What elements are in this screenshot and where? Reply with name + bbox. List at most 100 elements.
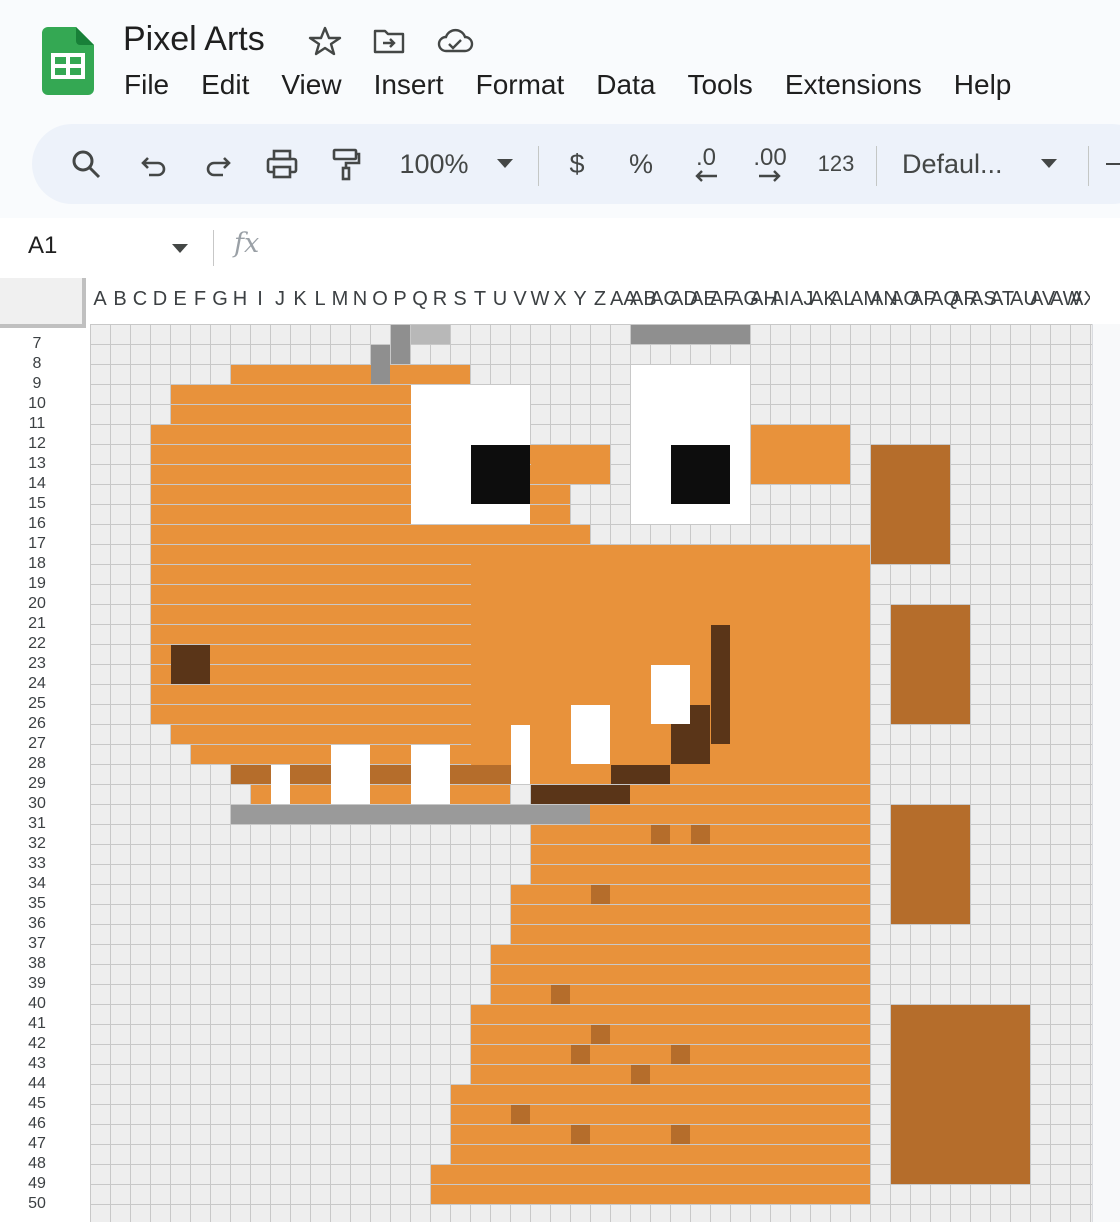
column-header[interactable]: AS: [970, 288, 997, 311]
column-header[interactable]: AA: [610, 288, 637, 311]
column-header[interactable]: F: [190, 288, 210, 311]
row-header[interactable]: 30: [0, 794, 74, 814]
row-header[interactable]: 35: [0, 894, 74, 914]
column-header[interactable]: N: [350, 288, 370, 311]
row-header[interactable]: 28: [0, 754, 74, 774]
row-header[interactable]: 50: [0, 1194, 74, 1214]
row-header[interactable]: 9: [0, 374, 74, 394]
zoom-dropdown[interactable]: [490, 139, 520, 189]
row-header[interactable]: 19: [0, 574, 74, 594]
column-header[interactable]: AU: [1010, 288, 1038, 311]
row-header[interactable]: 14: [0, 474, 74, 494]
row-header[interactable]: 46: [0, 1114, 74, 1134]
menu-file[interactable]: File: [108, 66, 185, 106]
column-header[interactable]: U: [490, 288, 510, 311]
column-header[interactable]: Y: [570, 288, 590, 311]
column-header[interactable]: AV: [1030, 288, 1055, 311]
row-header[interactable]: 15: [0, 494, 74, 514]
font-dropdown[interactable]: [1034, 139, 1064, 189]
column-header[interactable]: E: [170, 288, 190, 311]
column-header[interactable]: J: [270, 288, 290, 311]
menu-help[interactable]: Help: [938, 66, 1028, 106]
column-header[interactable]: AW: [1050, 288, 1081, 311]
column-header[interactable]: AD: [670, 288, 698, 311]
row-header[interactable]: 32: [0, 834, 74, 854]
menu-insert[interactable]: Insert: [358, 66, 460, 106]
row-header[interactable]: 21: [0, 614, 74, 634]
row-header[interactable]: 44: [0, 1074, 74, 1094]
star-icon[interactable]: [308, 26, 342, 56]
row-header[interactable]: 20: [0, 594, 74, 614]
column-header[interactable]: I: [250, 288, 270, 311]
more-formats-button[interactable]: 123: [810, 139, 862, 189]
column-header[interactable]: AP: [910, 288, 937, 311]
column-header[interactable]: A: [90, 288, 110, 311]
column-header[interactable]: C: [130, 288, 150, 311]
row-header[interactable]: 10: [0, 394, 74, 414]
font-size-decrease-button[interactable]: [1102, 139, 1120, 189]
row-header[interactable]: 26: [0, 714, 74, 734]
column-header[interactable]: T: [470, 288, 490, 311]
row-header[interactable]: 23: [0, 654, 74, 674]
column-header[interactable]: Z: [590, 288, 610, 311]
row-header[interactable]: 39: [0, 974, 74, 994]
row-header[interactable]: 11: [0, 414, 74, 434]
column-header[interactable]: AL: [830, 288, 854, 311]
paint-format-button[interactable]: [326, 139, 366, 189]
column-header[interactable]: Q: [410, 288, 430, 311]
column-header[interactable]: AC: [650, 288, 678, 311]
column-header[interactable]: AX: [1070, 288, 1090, 311]
menu-tools[interactable]: Tools: [671, 66, 768, 106]
row-header[interactable]: 40: [0, 994, 74, 1014]
redo-button[interactable]: [198, 139, 238, 189]
move-to-folder-icon[interactable]: [372, 26, 406, 56]
column-header[interactable]: AR: [950, 288, 978, 311]
column-header[interactable]: B: [110, 288, 130, 311]
increase-decimal-button[interactable]: .00: [748, 139, 792, 189]
column-header[interactable]: AB: [630, 288, 657, 311]
column-header[interactable]: AK: [810, 288, 837, 311]
row-header[interactable]: 8: [0, 354, 74, 374]
column-header[interactable]: AF: [710, 288, 736, 311]
column-header[interactable]: AQ: [930, 288, 959, 311]
row-header[interactable]: 42: [0, 1034, 74, 1054]
column-header[interactable]: AN: [870, 288, 898, 311]
row-header[interactable]: 29: [0, 774, 74, 794]
row-header[interactable]: 13: [0, 454, 74, 474]
row-header[interactable]: 36: [0, 914, 74, 934]
row-header[interactable]: 7: [0, 334, 74, 354]
row-header[interactable]: 43: [0, 1054, 74, 1074]
column-header[interactable]: O: [370, 288, 390, 311]
cloud-saved-icon[interactable]: [436, 26, 474, 56]
column-header[interactable]: V: [510, 288, 530, 311]
column-header[interactable]: W: [530, 288, 550, 311]
column-header[interactable]: AM: [850, 288, 880, 311]
column-header[interactable]: H: [230, 288, 250, 311]
menu-view[interactable]: View: [265, 66, 357, 106]
row-header[interactable]: 25: [0, 694, 74, 714]
sheets-logo-icon[interactable]: [42, 27, 94, 95]
column-header[interactable]: G: [210, 288, 230, 311]
name-box[interactable]: A1: [28, 232, 57, 260]
currency-format-button[interactable]: $: [560, 139, 594, 189]
row-header[interactable]: 24: [0, 674, 74, 694]
menu-data[interactable]: Data: [580, 66, 671, 106]
column-header[interactable]: AJ: [790, 288, 813, 311]
row-header[interactable]: 12: [0, 434, 74, 454]
select-all-corner[interactable]: [0, 278, 86, 328]
menu-format[interactable]: Format: [460, 66, 581, 106]
row-header[interactable]: 48: [0, 1154, 74, 1174]
percent-format-button[interactable]: %: [624, 139, 658, 189]
row-header[interactable]: 27: [0, 734, 74, 754]
search-menus-button[interactable]: [66, 139, 106, 189]
column-header[interactable]: AG: [730, 288, 759, 311]
row-header[interactable]: 45: [0, 1094, 74, 1114]
decrease-decimal-button[interactable]: .0: [684, 139, 728, 189]
column-header[interactable]: AT: [990, 288, 1014, 311]
menu-extensions[interactable]: Extensions: [769, 66, 938, 106]
row-header[interactable]: 37: [0, 934, 74, 954]
column-header[interactable]: K: [290, 288, 310, 311]
row-header[interactable]: 41: [0, 1014, 74, 1034]
cells-area[interactable]: [90, 324, 1092, 1222]
name-box-dropdown-icon[interactable]: [172, 244, 188, 254]
